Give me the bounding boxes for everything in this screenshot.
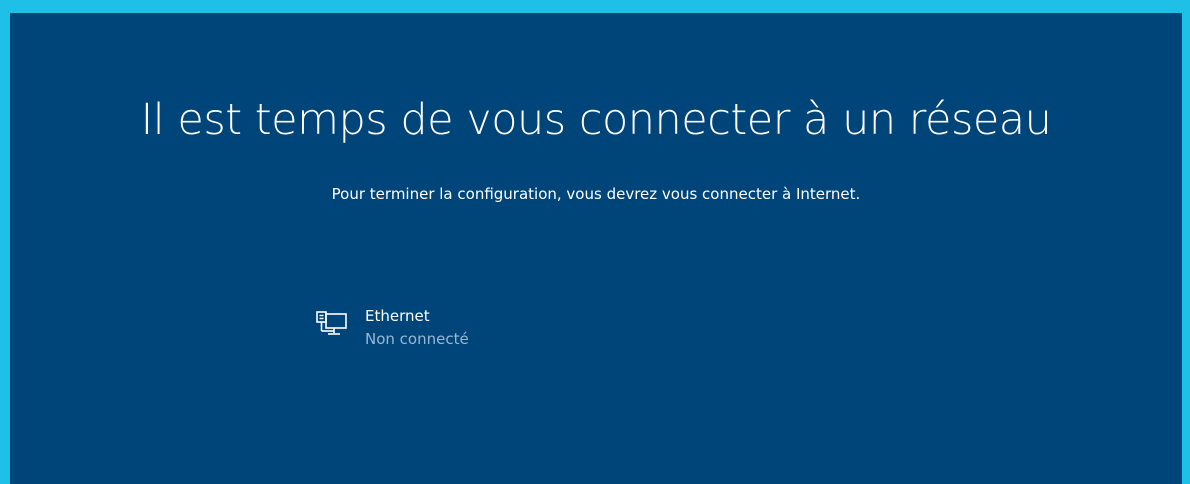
network-status: Non connecté xyxy=(365,330,469,348)
page-title: Il est temps de vous connecter à un rése… xyxy=(140,95,1052,145)
network-name: Ethernet xyxy=(365,307,430,325)
setup-screen: Il est temps de vous connecter à un rése… xyxy=(10,13,1182,484)
network-info: Ethernet Non connecté xyxy=(365,305,469,351)
network-item-ethernet[interactable]: Ethernet Non connecté xyxy=(315,305,635,371)
page-subtitle: Pour terminer la configuration, vous dev… xyxy=(331,185,861,203)
ethernet-computer-icon xyxy=(316,311,347,335)
